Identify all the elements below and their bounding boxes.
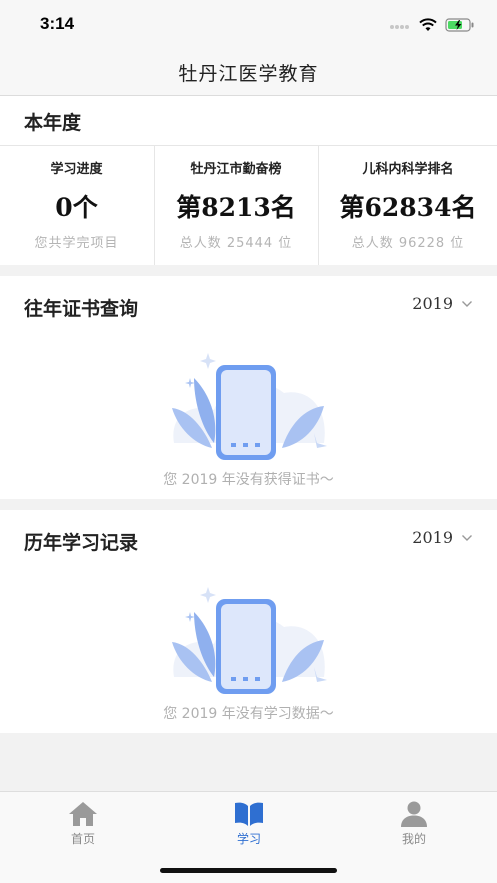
stat-label: 学习进度	[50, 162, 103, 177]
tab-label: 我的	[401, 832, 426, 846]
wifi-icon	[419, 18, 437, 31]
certificate-query-section: 往年证书查询 2019 您 2019 年没有获得证书～	[0, 276, 497, 499]
tab-home[interactable]: 首页	[0, 800, 166, 847]
tab-label: 学习	[236, 832, 261, 846]
stat-label: 儿科内科学排名	[362, 162, 454, 177]
city-ranking-stat: 牡丹江市勤奋榜 第8213名 总人数 25444 位	[154, 146, 317, 265]
tab-mine[interactable]: 我的	[331, 800, 497, 847]
stat-value: 第8213名	[176, 193, 296, 222]
stat-value: 0个	[55, 193, 98, 222]
user-icon	[401, 801, 427, 827]
nav-bar: 牡丹江医学教育	[0, 50, 497, 96]
empty-phone-illustration	[172, 587, 327, 694]
status-icons	[389, 16, 475, 34]
stat-label: 牡丹江市勤奋榜	[190, 162, 282, 177]
stat-sub: 总人数 25444 位	[179, 236, 293, 251]
page-title: 牡丹江医学教育	[178, 63, 319, 85]
stat-sub: 总人数 96228 位	[351, 236, 465, 251]
home-icon	[69, 802, 97, 826]
stat-sub: 您共学完项目	[34, 236, 119, 251]
study-progress-stat: 学习进度 0个 您共学完项目	[0, 146, 153, 265]
annual-title: 本年度	[24, 112, 82, 134]
study-record-section: 历年学习记录 2019 您 2019 年没有学习数据～	[0, 510, 497, 733]
section-title: 往年证书查询	[24, 298, 139, 320]
year-value: 2019	[412, 294, 453, 313]
empty-state-text: 您 2019 年没有学习数据～	[163, 706, 334, 722]
status-time: 3:14	[40, 14, 75, 33]
specialty-ranking-stat: 儿科内科学排名 第62834名 总人数 96228 位	[318, 146, 497, 265]
empty-state-text: 您 2019 年没有获得证书～	[163, 472, 334, 488]
cellular-signal-icon	[390, 25, 409, 29]
stat-value: 第62834名	[339, 193, 477, 222]
battery-charging-icon	[445, 18, 474, 32]
section-title: 历年学习记录	[24, 532, 139, 554]
chevron-down-icon	[462, 534, 472, 541]
year-select[interactable]: 2019	[412, 528, 473, 547]
book-icon	[235, 802, 263, 826]
annual-stats-card: 本年度 学习进度 0个 您共学完项目 牡丹江市勤奋榜 第8213名 总人数 25…	[0, 96, 497, 265]
year-value: 2019	[412, 528, 453, 547]
empty-phone-illustration	[172, 353, 327, 460]
tab-label: 首页	[70, 832, 95, 846]
year-select[interactable]: 2019	[412, 294, 473, 313]
tab-study[interactable]: 学习	[166, 800, 332, 847]
chevron-down-icon	[462, 300, 472, 307]
home-indicator	[160, 868, 337, 873]
status-bar: 3:14	[0, 0, 497, 50]
